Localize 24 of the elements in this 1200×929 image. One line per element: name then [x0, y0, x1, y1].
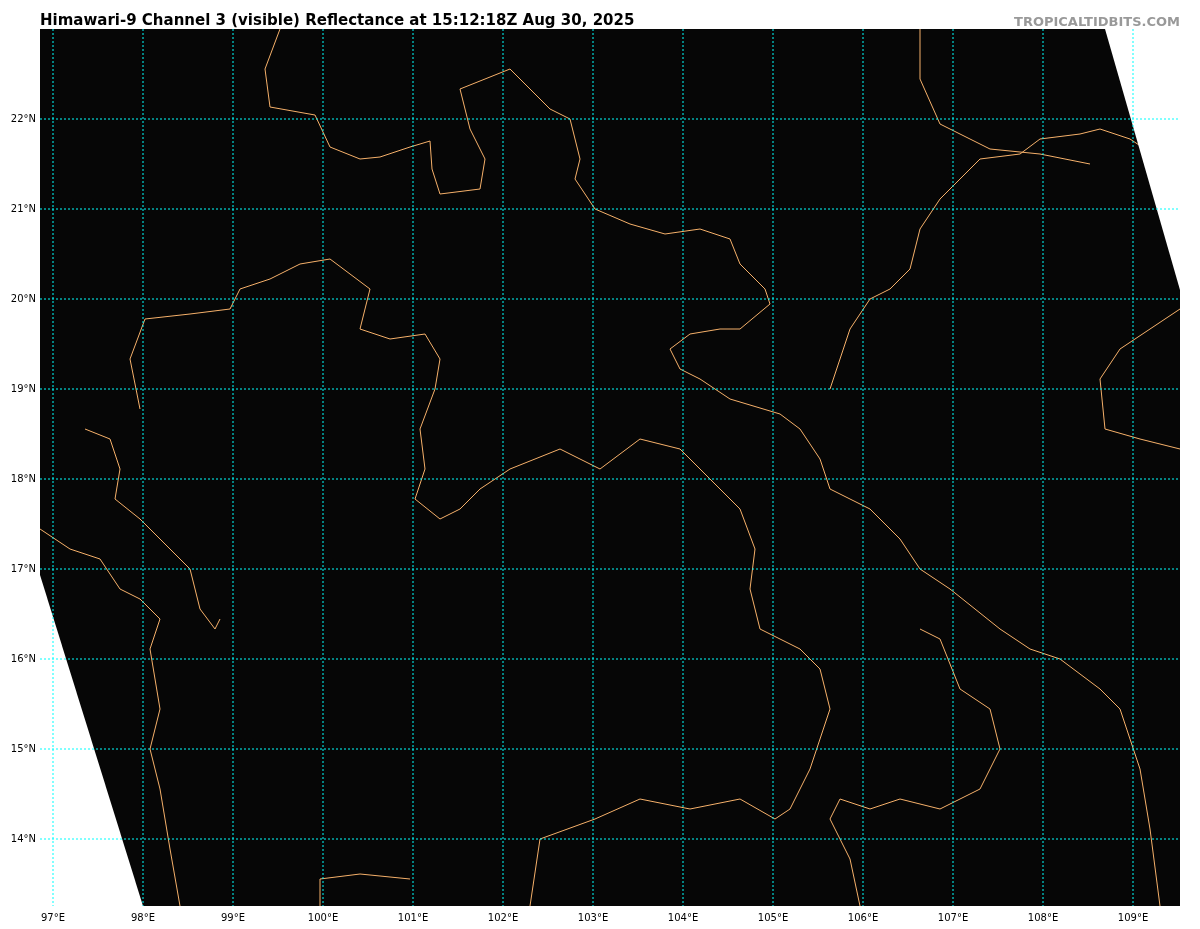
longitude-label: 103°E: [576, 913, 610, 923]
latitude-label: 21°N: [9, 204, 36, 214]
latitude-label: 18°N: [9, 474, 36, 484]
longitude-label: 109°E: [1116, 913, 1150, 923]
latitude-label: 19°N: [9, 384, 36, 394]
longitude-label: 102°E: [486, 913, 520, 923]
longitude-label: 98°E: [129, 913, 156, 923]
longitude-label: 101°E: [396, 913, 430, 923]
latitude-label: 22°N: [9, 114, 36, 124]
longitude-label: 106°E: [846, 913, 880, 923]
latitude-label: 17°N: [9, 564, 36, 574]
longitude-label: 105°E: [756, 913, 790, 923]
site-credit: TROPICALTIDBITS.COM: [1014, 15, 1180, 28]
longitude-label: 99°E: [219, 913, 246, 923]
longitude-label: 97°E: [39, 913, 66, 923]
longitude-label: 100°E: [306, 913, 340, 923]
latitude-label: 16°N: [9, 654, 36, 664]
latitude-label: 14°N: [9, 834, 36, 844]
longitude-label: 108°E: [1026, 913, 1060, 923]
latitude-label: 20°N: [9, 294, 36, 304]
longitude-label: 104°E: [666, 913, 700, 923]
longitude-label: 107°E: [936, 913, 970, 923]
map-title: Himawari-9 Channel 3 (visible) Reflectance at 15:12:18Z Aug 30, 2025: [40, 13, 635, 28]
latitude-label: 15°N: [9, 744, 36, 754]
